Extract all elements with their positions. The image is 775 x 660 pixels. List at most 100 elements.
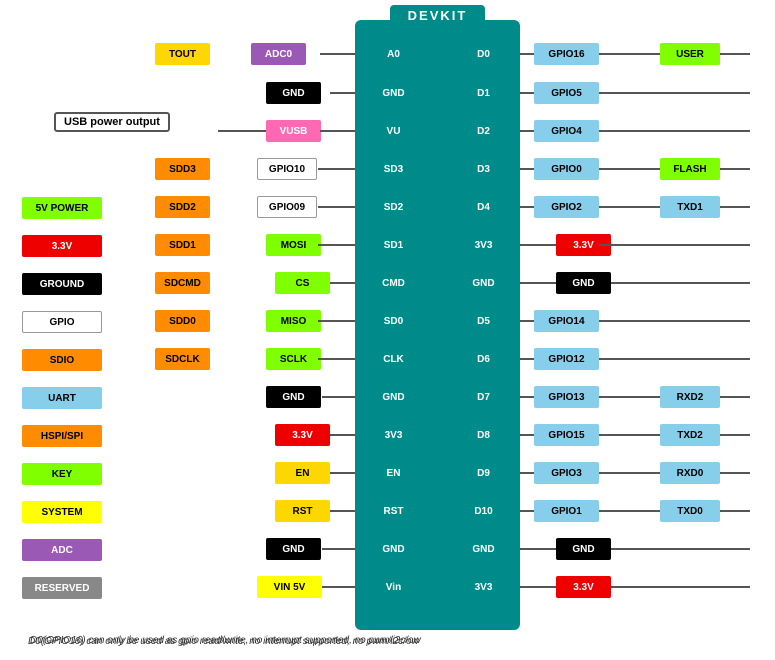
rc2-txd0: TXD0 (660, 500, 720, 522)
rc1-gnd2: GND (556, 538, 611, 560)
line-edge-user (720, 53, 750, 55)
chip-pin-GNDR: GND (446, 272, 521, 294)
chip-pin-D0: D0 (446, 43, 521, 65)
line-l-sd0 (318, 320, 355, 322)
chip-pin-CMD: CMD (356, 272, 431, 294)
chip-pin-D4: D4 (446, 196, 521, 218)
chip-pin-D5: D5 (446, 310, 521, 332)
chip-pin-D3: D3 (446, 158, 521, 180)
rc1-gpio12: GPIO12 (534, 348, 599, 370)
line-l-cmd (330, 282, 355, 284)
lc3-cs: CS (275, 272, 330, 294)
chip-pin-VU: VU (356, 120, 431, 142)
lc2-sdd0: SDD0 (155, 310, 210, 332)
legend-adc: ADC (22, 539, 102, 561)
chip-pin-D10: D10 (446, 500, 521, 522)
chip-title: DEVKIT (355, 8, 520, 23)
lc2-sdclk: SDCLK (155, 348, 210, 370)
line-l-vu (218, 130, 266, 132)
line-edge-txd0 (720, 510, 750, 512)
chip-pin-GND2: GND (356, 386, 431, 408)
lc3-mosi: MOSI (266, 234, 321, 256)
rc1-gpio16: GPIO16 (534, 43, 599, 65)
line-r-d8 (520, 434, 534, 436)
chip-pin-CLK: CLK (356, 348, 431, 370)
chip-pin-D1: D1 (446, 82, 521, 104)
line-r-3v3 (520, 244, 556, 246)
chip-pin-D6: D6 (446, 348, 521, 370)
chip-pin-3V3L: 3V3 (356, 424, 431, 446)
lc3-gpio09: GPIO09 (257, 196, 317, 218)
line-l-gnd3 (322, 548, 355, 550)
bottom-note: D0(GPIO16) can only be used as gpio read… (28, 636, 419, 647)
lc3-gnd2: GND (266, 386, 321, 408)
rc2-user: USER (660, 43, 720, 65)
lc2-sdd2: SDD2 (155, 196, 210, 218)
line-r-d7 (520, 396, 534, 398)
line-r-d5 (520, 320, 534, 322)
chip-pin-GND3: GND (356, 538, 431, 560)
chip-pin-SD3: SD3 (356, 158, 431, 180)
line-r-d1 (520, 92, 534, 94)
lc3-miso: MISO (266, 310, 321, 332)
chip-pin-SD1: SD1 (356, 234, 431, 256)
rc2-rxd0: RXD0 (660, 462, 720, 484)
rc1-gpio0: GPIO0 (534, 158, 599, 180)
line-r-d3 (520, 168, 534, 170)
line-l-gnd2 (322, 396, 355, 398)
chip-pin-RST: RST (356, 500, 431, 522)
chip-pin-EN: EN (356, 462, 431, 484)
legend-sdio: SDIO (22, 349, 102, 371)
rc2-rxd2: RXD2 (660, 386, 720, 408)
main-container: DEVKIT USB power output D0(GPIO16) can o… (0, 0, 775, 660)
chip-pin-D2: D2 (446, 120, 521, 142)
chip-pin-GND4: GND (446, 538, 521, 560)
legend-33v: 3.3V (22, 235, 102, 257)
line-r-d4 (520, 206, 534, 208)
line-edge-txd2 (720, 434, 750, 436)
rc1-gpio5: GPIO5 (534, 82, 599, 104)
line-edge-gpio4 (599, 130, 750, 132)
rc2-flash: FLASH (660, 158, 720, 180)
lc2-tout: TOUT (155, 43, 210, 65)
line-l-a0 (320, 53, 355, 55)
chip-pin-D9: D9 (446, 462, 521, 484)
line-r-d9 (520, 472, 534, 474)
line-l-clk (318, 358, 355, 360)
lc3-sclk: SCLK (266, 348, 321, 370)
legend-gpio: GPIO (22, 311, 102, 333)
lc3-33v: 3.3V (275, 424, 330, 446)
line-edge-gnd4 (611, 548, 750, 550)
rc1-gpio15: GPIO15 (534, 424, 599, 446)
chip-pin-GND1: GND (356, 82, 431, 104)
line-edge-gpio2 (599, 244, 750, 246)
lc3-en: EN (275, 462, 330, 484)
lc3-rst: RST (275, 500, 330, 522)
rc1-gpio4: GPIO4 (534, 120, 599, 142)
rc1-gpio13: GPIO13 (534, 386, 599, 408)
line-r-gnd (520, 282, 556, 284)
chip-pin-3V3R2: 3V3 (446, 576, 521, 598)
lc3-adc0: ADC0 (251, 43, 306, 65)
lc3-vin5v: VIN 5V (257, 576, 322, 598)
line-r-d10 (520, 510, 534, 512)
line-r-d6 (520, 358, 534, 360)
line-edge-rxd2 (720, 396, 750, 398)
line-r-gnd4 (520, 548, 556, 550)
legend-ground: GROUND (22, 273, 102, 295)
chip-pin-D7: D7 (446, 386, 521, 408)
line-r-3v3b (520, 586, 556, 588)
lc2-sdd1: SDD1 (155, 234, 210, 256)
chip-pin-D8: D8 (446, 424, 521, 446)
chip-pin-Vin: Vin (356, 576, 431, 598)
line-r2-user (599, 53, 660, 55)
rc1-gpio2: GPIO2 (534, 196, 599, 218)
legend-uart: UART (22, 387, 102, 409)
rc1-gpio1: GPIO1 (534, 500, 599, 522)
rc1-gpio3: GPIO3 (534, 462, 599, 484)
line-edge-flash (720, 168, 750, 170)
line-edge-txd1 (720, 206, 750, 208)
line-r2-txd0 (599, 510, 660, 512)
line-r-d2 (520, 130, 534, 132)
legend-key: KEY (22, 463, 102, 485)
